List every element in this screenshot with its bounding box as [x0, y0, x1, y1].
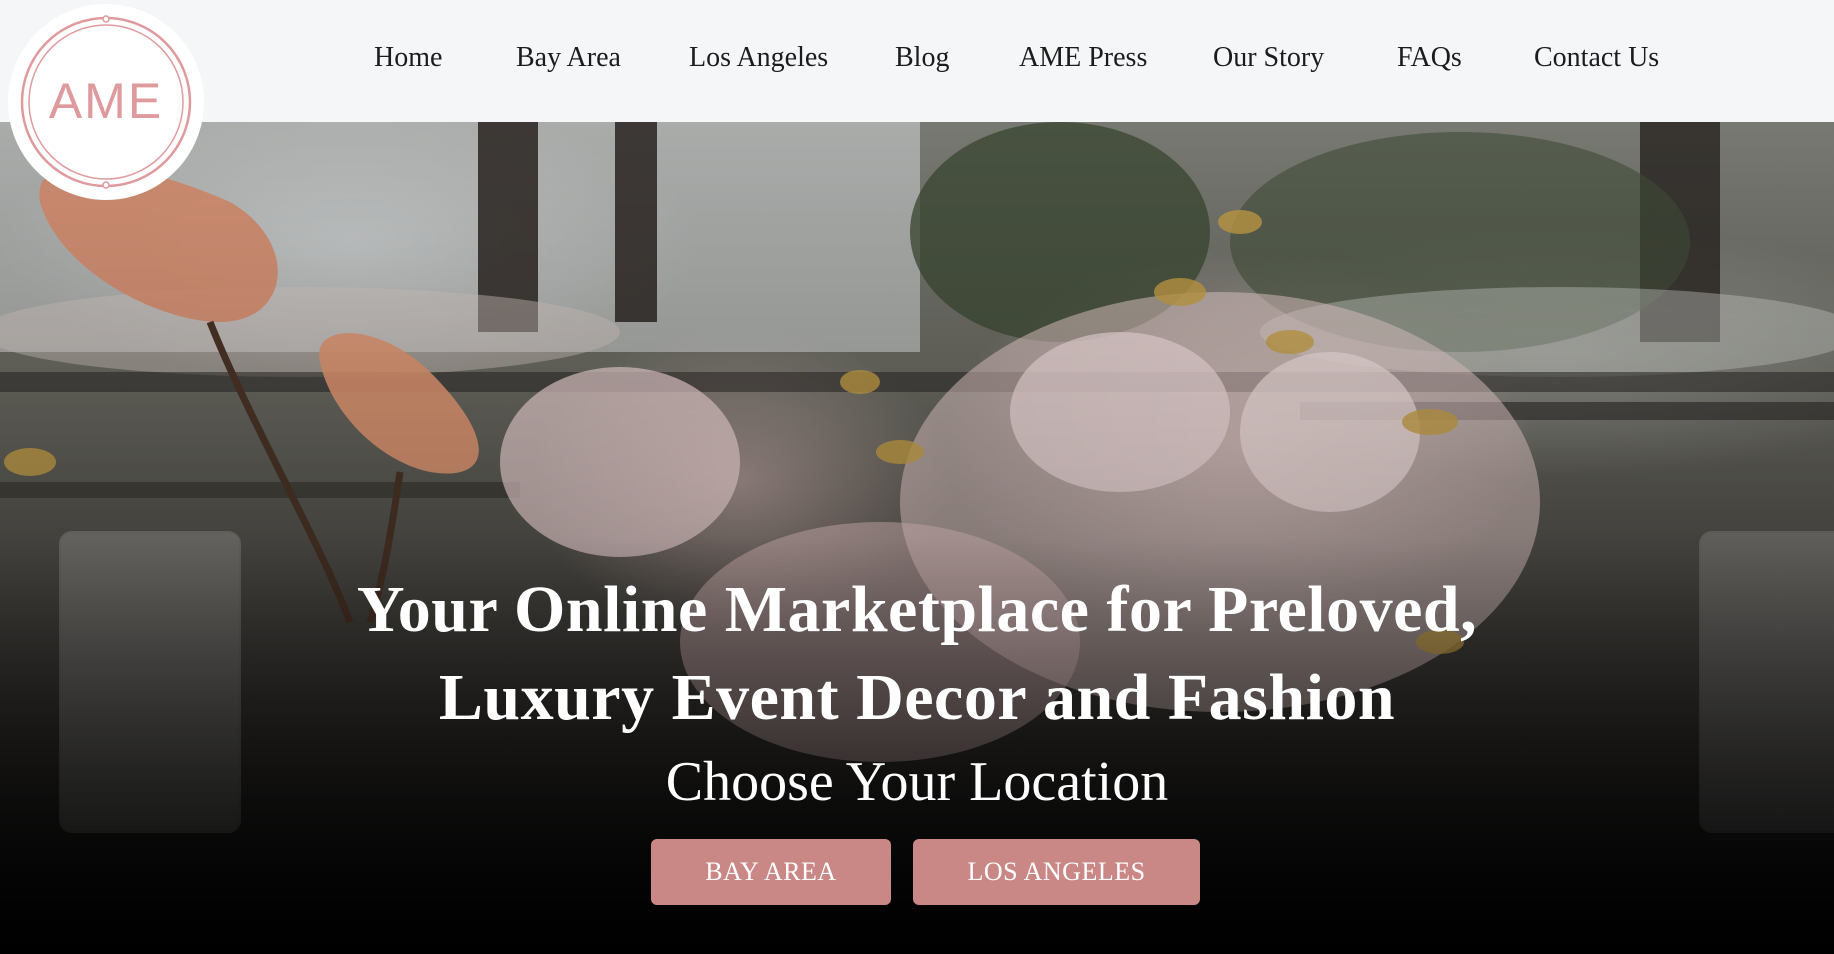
hero-overlay: [0, 122, 1834, 954]
nav-home[interactable]: Home: [374, 42, 442, 74]
logo-text: AME: [48, 73, 164, 129]
nav-contact-us[interactable]: Contact Us: [1534, 42, 1659, 74]
site-logo[interactable]: AME: [8, 4, 204, 200]
hero-section: Your Online Marketplace for Preloved, Lu…: [0, 122, 1834, 954]
hero-title: Your Online Marketplace for Preloved, Lu…: [0, 566, 1834, 742]
main-nav: Home Bay Area Los Angeles Blog AME Press…: [0, 0, 1834, 122]
nav-ame-press[interactable]: AME Press: [1019, 42, 1147, 74]
nav-bay-area[interactable]: Bay Area: [516, 42, 621, 74]
nav-our-story[interactable]: Our Story: [1213, 42, 1324, 74]
nav-blog[interactable]: Blog: [895, 42, 949, 74]
bay-area-button[interactable]: BAY AREA: [651, 839, 891, 905]
hero-title-line2: Luxury Event Decor and Fashion: [438, 661, 1396, 734]
los-angeles-button[interactable]: LOS ANGELES: [913, 839, 1200, 905]
hero-subtitle: Choose Your Location: [665, 751, 1169, 813]
site-header: Home Bay Area Los Angeles Blog AME Press…: [0, 0, 1834, 122]
nav-faqs[interactable]: FAQs: [1397, 42, 1462, 74]
nav-los-angeles[interactable]: Los Angeles: [689, 42, 828, 74]
hero-title-line1: Your Online Marketplace for Preloved,: [356, 573, 1478, 646]
